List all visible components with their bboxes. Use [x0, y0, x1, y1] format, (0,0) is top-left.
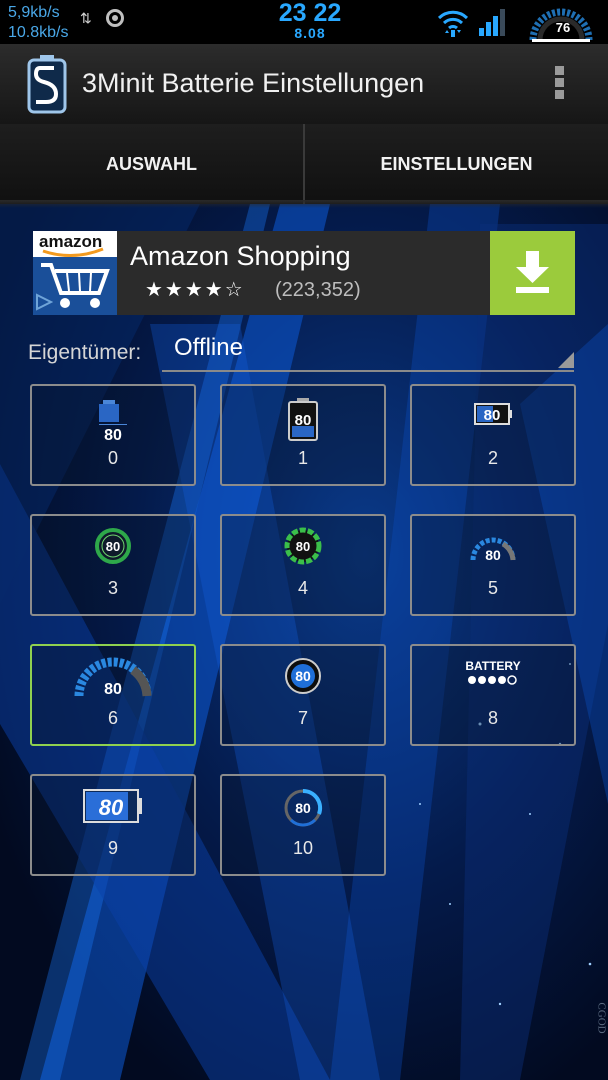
gauge-arc-icon: 80 [470, 537, 516, 563]
battery-boxed-icon: 80 [288, 398, 318, 441]
tile-number: 8 [487, 708, 498, 728]
tile-icon-value: 80 [295, 668, 311, 684]
app-logo-icon[interactable] [26, 54, 68, 114]
tile-icon-value: 80 [485, 547, 501, 563]
tile-icon-value: 80 [296, 539, 310, 554]
tile-number: 9 [107, 838, 118, 858]
blue-circle-icon: 80 [285, 658, 321, 694]
tile-number: 5 [487, 578, 498, 598]
style-tile-8[interactable]: BATTERY 8 [410, 644, 576, 746]
action-bar: 3Minit Batterie Einstellungen [0, 44, 608, 125]
wallpaper-watermark: CGOD [595, 1002, 608, 1034]
owner-value: Offline [174, 334, 243, 361]
style-tile-6[interactable]: 80 6 [30, 644, 196, 746]
style-tile-9[interactable]: 80 9 [30, 774, 196, 876]
tile-number: 6 [107, 708, 118, 728]
ad-title: Amazon Shopping [130, 241, 351, 271]
network-speed: 5,9kb/s 10.8kb/s [8, 3, 68, 43]
style-tile-10[interactable]: 80 10 [220, 774, 386, 876]
tile-number: 4 [297, 578, 308, 598]
style-tile-1[interactable]: 80 1 [220, 384, 386, 486]
app-title: 3Minit Batterie Einstellungen [82, 68, 425, 98]
tab-bar: AUSWAHL EINSTELLUNGEN [0, 124, 608, 204]
wifi-icon [437, 10, 469, 37]
battery-dots-icon: BATTERY [465, 659, 521, 685]
tile-number: 1 [297, 448, 308, 468]
ad-rating-count: (223,352) [275, 279, 361, 301]
upload-speed: 5,9kb/s [8, 4, 60, 21]
tile-number: 2 [487, 448, 498, 468]
style-tile-4[interactable]: 80 4 [220, 514, 386, 616]
clock-date: 8.08 [294, 25, 326, 41]
clock-time: 23 22 [278, 0, 342, 27]
owner-label: Eigentümer: [28, 341, 142, 364]
tab-einstellungen[interactable]: EINSTELLUNGEN [305, 124, 608, 204]
ad-choices-icon[interactable] [35, 293, 53, 311]
tile-number: 0 [107, 448, 118, 468]
tile-icon-value: 80 [99, 795, 124, 820]
speedometer-icon: 80 [74, 657, 152, 698]
style-tile-0[interactable]: 80 0 [30, 384, 196, 486]
tab-auswahl[interactable]: AUSWAHL [0, 124, 303, 204]
clock: 23 22 8.08 [260, 0, 360, 40]
ad-rating-stars: ★★★★☆ [145, 279, 245, 301]
style-tile-7[interactable]: 80 7 [220, 644, 386, 746]
style-tile-3[interactable]: 80 3 [30, 514, 196, 616]
dropdown-arrow-icon [558, 352, 574, 368]
tile-icon-value: BATTERY [465, 659, 520, 673]
tab-shadow [0, 200, 608, 208]
style-tile-2[interactable]: 80 2 [410, 384, 576, 486]
download-button[interactable] [490, 231, 575, 315]
ring-arc-icon: 80 [284, 788, 323, 827]
style-tile-5[interactable]: 80 5 [410, 514, 576, 616]
overflow-menu-icon[interactable] [555, 66, 565, 102]
green-ring-icon: 80 [95, 528, 131, 564]
notification-app-icon [106, 9, 124, 27]
tile-icon-value: 80 [484, 407, 501, 424]
status-bar: 5,9kb/s 10.8kb/s ⇅ 23 22 8.08 76 [0, 0, 608, 44]
data-transfer-icon: ⇅ [80, 10, 92, 26]
battery-vertical-icon: 80 [99, 400, 127, 442]
download-speed: 10.8kb/s [8, 24, 69, 41]
tile-number: 3 [107, 578, 118, 598]
download-icon [516, 251, 549, 293]
tile-number: 7 [297, 708, 308, 728]
tile-icon-value: 80 [104, 681, 122, 698]
tile-icon-value: 80 [106, 539, 120, 554]
battery-level: 76 [555, 20, 571, 35]
signal-strength-icon [479, 9, 505, 36]
tile-icon-value: 80 [295, 412, 312, 429]
ad-banner[interactable]: amazon Amazon Shopping ★★★★☆ (223,352) [33, 231, 575, 315]
tile-number: 10 [292, 838, 314, 858]
tile-icon-value: 80 [295, 800, 311, 816]
battery-horizontal-icon: 80 [474, 403, 512, 425]
tile-icon-value: 80 [104, 427, 122, 442]
dashed-green-ring-icon: 80 [284, 527, 322, 565]
battery-bar-icon: 80 [83, 789, 142, 823]
owner-dropdown[interactable]: Offline [162, 332, 574, 372]
